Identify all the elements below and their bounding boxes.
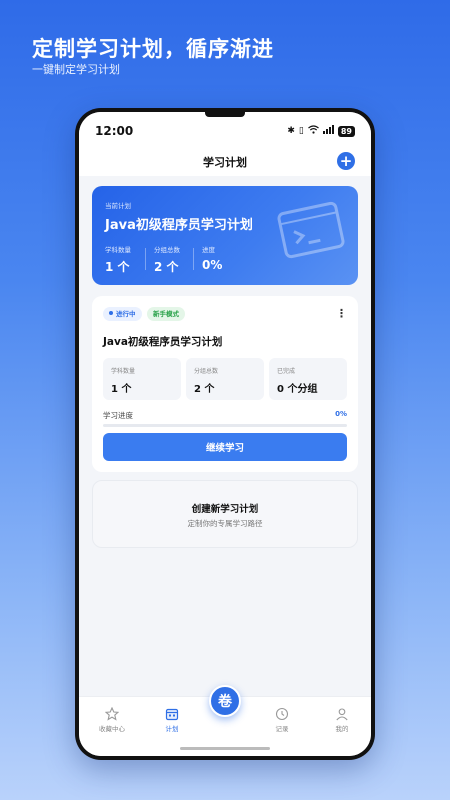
bottom-tab-bar: 收藏中心 计划 卷 记录 我的 <box>79 685 371 756</box>
vibrate-icon: ▯ <box>298 126 304 136</box>
progress-value: 0% <box>335 410 347 418</box>
stat-value: 1 个 <box>111 384 132 395</box>
stat-completed: 已完成 0 个分组 <box>269 358 347 400</box>
tab-label: 收藏中心 <box>99 725 125 733</box>
progress-label: 学习进度 <box>103 411 133 420</box>
hero-stat-progress: 进度 0% <box>202 244 222 272</box>
signal-icon <box>322 125 334 137</box>
continue-learning-button[interactable]: 继续学习 <box>103 433 347 461</box>
hero-stat-subjects: 学科数量 1 个 <box>105 244 131 275</box>
promo-subtitle: 一键制定学习计划 <box>32 63 120 76</box>
stat-subjects: 学科数量 1 个 <box>103 358 181 400</box>
nav-bar: 学习计划 + <box>79 146 371 176</box>
stat-label: 已完成 <box>277 368 296 375</box>
phone-screen: 12:00 ✱ ▯ 89 学习计划 + 当前计划 Java初级程序员学习计划 学… <box>79 112 371 756</box>
status-dot-icon <box>109 311 113 315</box>
create-plan-card[interactable]: 创建新学习计划 定制你的专属学习路径 <box>92 480 358 548</box>
wifi-icon <box>307 125 319 137</box>
bluetooth-icon: ✱ <box>287 126 295 136</box>
status-badge-label: 进行中 <box>116 310 136 318</box>
plan-title: Java初级程序员学习计划 <box>103 336 223 348</box>
progress-bar <box>103 424 347 427</box>
stat-value: 0 个分组 <box>277 384 318 395</box>
stat-value: 2 个 <box>194 384 215 395</box>
tab-favorites[interactable]: 收藏中心 <box>87 707 137 733</box>
current-plan-label: 当前计划 <box>105 202 131 210</box>
current-plan-banner[interactable]: 当前计划 Java初级程序员学习计划 学科数量 1 个 分组总数 2 个 进度 … <box>92 186 358 285</box>
clock-icon <box>275 707 289 721</box>
tab-label: 记录 <box>275 725 289 733</box>
hero-stat-label: 分组总数 <box>154 246 180 254</box>
terminal-icon <box>277 201 345 259</box>
hero-stat-value: 1 个 <box>105 260 130 274</box>
hero-stat-value: 0% <box>202 258 223 272</box>
create-plan-subtitle: 定制你的专属学习路径 <box>187 519 263 528</box>
tab-plan[interactable]: 计划 <box>147 707 197 733</box>
status-time: 12:00 <box>95 124 134 138</box>
add-plan-button[interactable]: + <box>337 152 355 170</box>
star-icon <box>105 707 119 721</box>
status-icons: ✱ ▯ 89 <box>287 125 355 137</box>
battery-indicator: 89 <box>337 125 355 137</box>
status-bar: 12:00 ✱ ▯ 89 <box>79 112 371 146</box>
hero-divider <box>145 248 146 270</box>
stat-groups: 分组总数 2 个 <box>186 358 264 400</box>
hero-stat-label: 学科数量 <box>105 246 131 254</box>
promo-title: 定制学习计划，循序渐进 <box>32 37 274 61</box>
hero-stat-value: 2 个 <box>154 260 179 274</box>
plan-card[interactable]: 进行中 新手模式 ⋮ Java初级程序员学习计划 学科数量 1 个 分组总数 2… <box>92 296 358 472</box>
page-title: 学习计划 <box>203 156 247 169</box>
stat-label: 学科数量 <box>111 368 136 375</box>
status-badge: 进行中 <box>103 307 142 321</box>
tab-profile[interactable]: 我的 <box>317 707 367 733</box>
calendar-icon <box>165 708 179 721</box>
tab-label: 计划 <box>165 725 179 733</box>
stat-label: 分组总数 <box>194 368 219 375</box>
mode-badge: 新手模式 <box>147 307 185 321</box>
tab-records[interactable]: 记录 <box>257 707 307 733</box>
user-icon <box>336 708 348 721</box>
plus-icon: + <box>339 151 353 170</box>
exam-fab-button[interactable]: 卷 <box>209 685 241 717</box>
phone-frame: 12:00 ✱ ▯ 89 学习计划 + 当前计划 Java初级程序员学习计划 学… <box>75 108 375 760</box>
home-indicator <box>180 747 270 750</box>
more-options-icon[interactable]: ⋮ <box>336 308 347 319</box>
hero-divider <box>193 248 194 270</box>
camera-notch <box>205 112 245 117</box>
create-plan-title: 创建新学习计划 <box>191 504 259 515</box>
tab-label: 我的 <box>335 725 349 733</box>
hero-stat-groups: 分组总数 2 个 <box>154 244 180 275</box>
hero-stat-label: 进度 <box>202 246 215 254</box>
current-plan-title: Java初级程序员学习计划 <box>105 218 253 233</box>
